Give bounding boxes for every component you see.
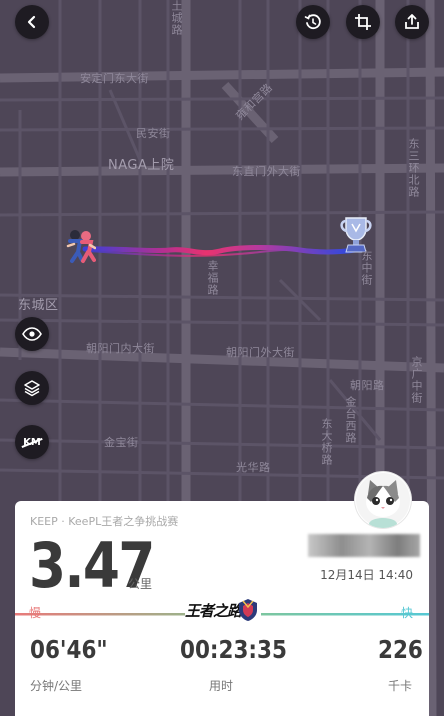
map-label: NAGA上院 [108, 158, 175, 173]
crop-button[interactable] [346, 5, 380, 39]
calories-value: 226 [378, 635, 423, 664]
start-runners-icon [66, 230, 96, 263]
share-icon [405, 14, 419, 29]
map-label: 东直门外大街 [232, 165, 301, 178]
blurred-username [308, 534, 420, 557]
map-label: 幸福路 [206, 260, 219, 296]
layers-icon [24, 380, 40, 397]
map-label: 民安街 [136, 127, 171, 140]
eye-icon [22, 327, 42, 341]
map-label: 东大桥路 [320, 418, 333, 466]
replay-button[interactable] [296, 5, 330, 39]
run-summary-card: KEEP · KeePL王者之争挑战赛 3.47 公里 12月14日 14:40… [15, 501, 429, 716]
map-label: 朝阳门内大街 [86, 342, 155, 355]
team-shield-icon [239, 599, 257, 621]
map-label: 朝阳路 [350, 379, 385, 392]
map-label: 安定门东大街 [80, 72, 149, 85]
map-label: 土城路 [170, 0, 183, 36]
calories-label: 千卡 [388, 679, 413, 693]
slow-label: 慢 [29, 606, 42, 620]
fast-label: 快 [400, 606, 413, 620]
map-label: 金宝街 [104, 436, 139, 449]
map-label: 京广中街 [410, 356, 423, 404]
crop-icon [355, 14, 371, 30]
back-button[interactable] [15, 5, 49, 39]
map-label: 光华路 [236, 461, 271, 474]
replay-icon [304, 14, 321, 30]
layers-button[interactable] [15, 371, 49, 405]
km-markers-toggle[interactable]: KM [15, 425, 49, 459]
back-icon [27, 15, 36, 29]
map-label: 东三环北路 [407, 138, 420, 198]
visibility-toggle-button[interactable] [15, 317, 49, 351]
trophy-icon [340, 217, 372, 253]
map-label: 朝阳门外大街 [226, 346, 295, 359]
share-button[interactable] [395, 5, 429, 39]
map-label: 东中街 [360, 250, 373, 286]
pace-value: 06'46" [30, 635, 108, 664]
duration-value: 00:23:35 [180, 635, 287, 664]
challenge-source: KEEP · KeePL王者之争挑战赛 [30, 515, 179, 528]
cat-avatar-image [356, 473, 410, 528]
km-toggle-label: KM [23, 436, 41, 448]
pace-label: 分钟/公里 [30, 679, 83, 693]
map-label: 东城区 [18, 298, 59, 313]
map-label: 金台西路 [344, 396, 357, 444]
event-badge: 王者之路 [185, 598, 261, 622]
event-logo-text: 王者之路 [185, 602, 242, 620]
run-datetime: 12月14日 14:40 [320, 568, 413, 582]
distance-unit: 公里 [128, 577, 153, 591]
user-avatar[interactable] [355, 472, 411, 528]
duration-label: 用时 [209, 679, 234, 693]
